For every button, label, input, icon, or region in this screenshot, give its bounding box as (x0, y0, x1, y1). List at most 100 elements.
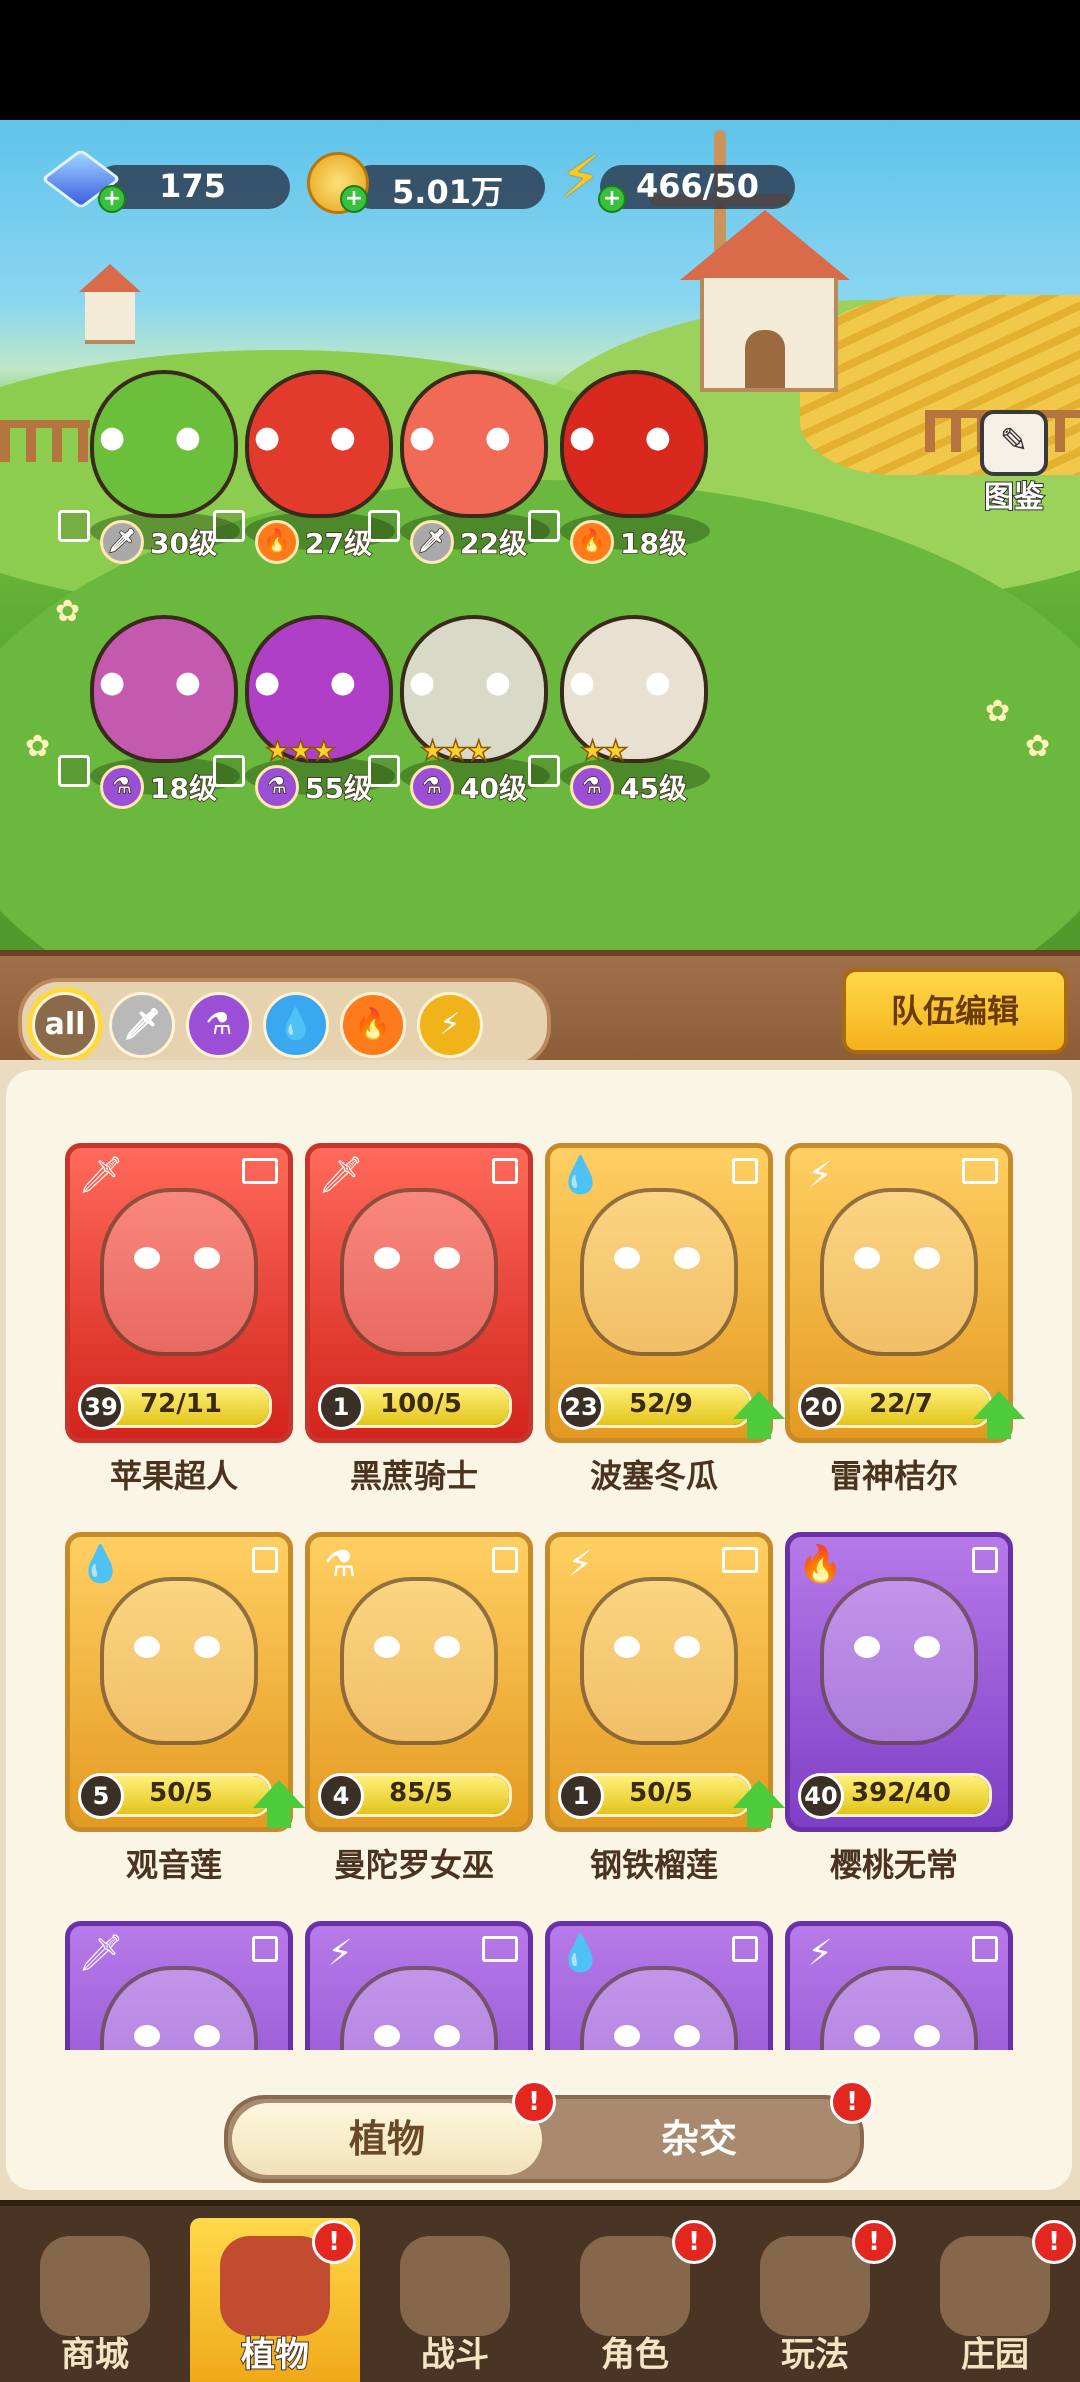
filter-fire-button[interactable]: 🔥 (340, 992, 406, 1058)
plant-face: ● ● (569, 665, 691, 700)
plant-portrait (100, 1966, 258, 2050)
plant-card[interactable]: ⚡ (785, 1921, 1013, 2050)
nav-tab-gameplay[interactable]: 玩法! (730, 2218, 900, 2382)
tab-plants[interactable]: 植物 (232, 2103, 542, 2175)
plant-level-text: 22级 (459, 526, 527, 561)
plant-card[interactable]: 🗡 72/11 39 (65, 1143, 293, 1443)
plant-card[interactable]: 🔥 392/40 40 (785, 1532, 1013, 1832)
formation-slot-icon (58, 755, 90, 787)
formation-slot-icon (252, 1936, 278, 1962)
nav-tab-manor[interactable]: 庄园! (910, 2218, 1080, 2382)
distant-house (79, 264, 141, 344)
fire-icon: 🔥 (255, 520, 299, 564)
element-filter-group: all 🗡 ⚗ 💧 🔥 ⚡ (18, 978, 551, 1068)
formation-slot-icon (368, 755, 400, 787)
filter-sword-button[interactable]: 🗡 (109, 992, 175, 1058)
nav-tab-label: 玩法 (780, 2334, 850, 2376)
sword-icon: 🗡 (78, 1155, 124, 1196)
plant-portrait (820, 1577, 978, 1745)
plant-card[interactable]: 💧 (545, 1921, 773, 2050)
formation-slot-icon (732, 1936, 758, 1962)
card-level: 23 (558, 1384, 604, 1430)
filter-toolbar: all 🗡 ⚗ 💧 🔥 ⚡ 队伍编辑 (0, 950, 1080, 1068)
card-level: 20 (798, 1384, 844, 1430)
plant-portrait (820, 1966, 978, 2050)
plant-card[interactable]: 🗡 100/5 1 (305, 1143, 533, 1443)
filter-poison-button[interactable]: ⚗ (186, 992, 252, 1058)
atlas-button[interactable]: ✎ 图鉴 (975, 410, 1053, 516)
plant-level-text: 27级 (304, 526, 372, 561)
plant-card[interactable]: ⚗ 85/5 4 (305, 1532, 533, 1832)
filter-all-button[interactable]: all (32, 992, 98, 1058)
plant-face: ● ● (409, 420, 531, 455)
plant-level: 🗡 30级 (100, 520, 218, 564)
upgrade-arrow-icon (733, 1780, 785, 1828)
plant-level: ⚗ 55级 (255, 765, 373, 809)
formation-slot-icon (732, 1158, 758, 1184)
plant-card-name: 雷神桔尔 (829, 1457, 958, 1495)
tab-hybrid[interactable]: 杂交 (544, 2103, 854, 2175)
sword-icon: 🗡 (100, 520, 144, 564)
filter-lightning-button[interactable]: ⚡ (417, 992, 483, 1058)
poison-icon: ⚗ (100, 765, 144, 809)
team-plant-slot[interactable]: ● ● ★★ ⚗ 45级 (528, 605, 730, 815)
plant-level-text: 30级 (149, 526, 217, 561)
nav-tab-battle[interactable]: 战斗 (370, 2218, 540, 2382)
poison-icon: ⚗ (323, 1544, 357, 1585)
plant-portrait (580, 1188, 738, 1356)
formation-slot-icon (722, 1547, 758, 1573)
coin-counter[interactable]: 5.01万 (350, 165, 545, 211)
plant-portrait (340, 1577, 498, 1745)
formation-slot-icon (972, 1547, 998, 1573)
atlas-icon: ✎ (980, 410, 1048, 476)
lightning-icon: ⚡ (439, 1007, 461, 1042)
poison-icon: ⚗ (205, 1007, 233, 1042)
nav-tab-label: 庄园 (960, 2334, 1030, 2376)
plant-level: 🔥 27级 (255, 520, 373, 564)
hybrid-alert-badge: ! (830, 2080, 874, 2124)
plant-card[interactable]: ⚡ (305, 1921, 533, 2050)
fire-icon: 🔥 (570, 520, 614, 564)
plant-portrait (580, 1966, 738, 2050)
atlas-label: 图鉴 (983, 479, 1045, 516)
plant-card[interactable]: 🗡 (65, 1921, 293, 2050)
nav-tab-label: 战斗 (420, 2334, 490, 2376)
plant-level: ⚗ 45级 (570, 765, 688, 809)
add-coin-icon[interactable]: + (340, 185, 368, 213)
filter-water-button[interactable]: 💧 (263, 992, 329, 1058)
plant-card-name: 苹果超人 (109, 1457, 238, 1495)
nav-tab-shop[interactable]: 商城 (10, 2218, 180, 2382)
formation-slot-icon (528, 510, 560, 542)
card-level: 39 (78, 1384, 124, 1430)
lightning-icon: ⚡ (567, 1544, 593, 1585)
plant-level-text: 40级 (459, 771, 527, 806)
sword-icon: 🗡 (318, 1155, 364, 1196)
card-level: 40 (798, 1773, 844, 1819)
battle-icon (400, 2236, 510, 2336)
plant-portrait (340, 1966, 498, 2050)
plant-card-name: 黑蔗骑士 (349, 1457, 478, 1495)
formation-slot-icon (368, 510, 400, 542)
team-plant-slot[interactable]: ● ● 🔥 18级 (528, 360, 730, 570)
upgrade-arrow-icon (253, 1780, 305, 1828)
plant-card-name: 观音莲 (125, 1846, 222, 1884)
team-edit-button[interactable]: 队伍编辑 (842, 968, 1068, 1054)
fire-icon: 🔥 (798, 1544, 843, 1585)
nav-alert-badge: ! (672, 2220, 716, 2264)
water-icon: 💧 (78, 1544, 123, 1585)
plants-alert-badge: ! (512, 2080, 556, 2124)
plant-level: ⚗ 18级 (100, 765, 218, 809)
water-icon: 💧 (558, 1155, 603, 1196)
add-gem-icon[interactable]: + (98, 185, 126, 213)
energy-counter[interactable]: 466/50 (600, 165, 795, 209)
sword-icon: 🗡 (410, 520, 454, 564)
plant-portrait (820, 1188, 978, 1356)
plant-level: 🔥 18级 (570, 520, 688, 564)
nav-tab-character[interactable]: 角色! (550, 2218, 720, 2382)
add-energy-icon[interactable]: + (598, 185, 626, 213)
nav-tab-plants[interactable]: 植物! (190, 2218, 360, 2382)
plant-stars: ★★ (579, 733, 629, 768)
poison-icon: ⚗ (410, 765, 454, 809)
formation-slot-icon (972, 1936, 998, 1962)
card-level: 4 (318, 1773, 364, 1819)
